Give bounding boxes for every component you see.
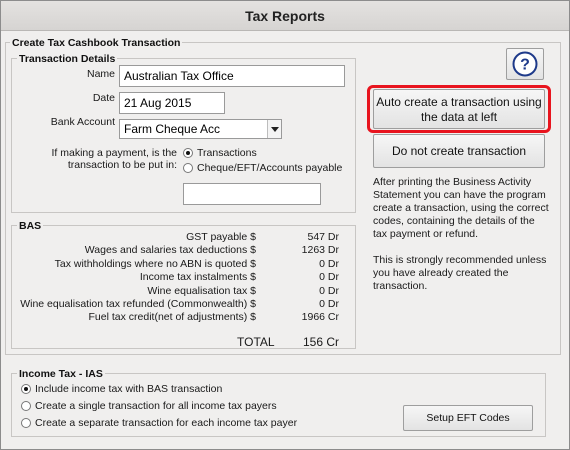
svg-text:?: ? (520, 57, 530, 74)
name-field[interactable]: Australian Tax Office (119, 65, 345, 87)
highlight-box (367, 85, 551, 133)
radio-transactions-label[interactable]: Transactions (197, 147, 257, 159)
bas-value: 0 Dr (319, 298, 339, 310)
radio-separate-transaction-label[interactable]: Create a separate transaction for each i… (35, 417, 297, 429)
bas-row-fuel-credit: Fuel tax credit(net of adjustments) $ 19… (1, 311, 561, 324)
bas-label: Fuel tax credit(net of adjustments) $ (88, 311, 257, 323)
bas-label: Wages and salaries tax deductions $ (84, 244, 256, 256)
do-not-create-transaction-button[interactable]: Do not create transaction (373, 134, 545, 168)
bas-value: 547 Dr (307, 231, 339, 243)
income-tax-legend: Income Tax - IAS (17, 368, 105, 380)
create-transaction-legend: Create Tax Cashbook Transaction (10, 37, 183, 49)
bank-account-value: Farm Cheque Acc (124, 122, 221, 136)
payment-question-line1: If making a payment, is the (51, 147, 177, 159)
radio-transactions[interactable] (183, 148, 193, 158)
help-button[interactable]: ? (506, 48, 544, 80)
date-label: Date (92, 92, 115, 104)
info-paragraph-2: This is strongly recommended unless you … (373, 254, 547, 292)
radio-separate-transaction[interactable] (21, 418, 31, 428)
bas-label: GST payable $ (186, 231, 256, 243)
transaction-details-legend: Transaction Details (17, 53, 118, 65)
info-paragraph-1: After printing the Business Activity Sta… (373, 176, 549, 240)
bas-label: Wine equalisation tax $ (147, 285, 256, 297)
info-text: After printing the Business Activity Sta… (373, 176, 551, 306)
bas-label: Wine equalisation tax refunded (Commonwe… (20, 298, 256, 310)
radio-cheque-eft-label[interactable]: Cheque/EFT/Accounts payable (197, 162, 342, 174)
bank-account-label: Bank Account (50, 116, 115, 128)
radio-single-transaction-label[interactable]: Create a single transaction for all inco… (35, 400, 277, 412)
cheque-number-field[interactable] (183, 183, 321, 205)
name-label: Name (86, 68, 115, 80)
bas-value: 0 Dr (319, 258, 339, 270)
tax-reports-window: Tax Reports Create Tax Cashbook Transact… (0, 0, 570, 450)
bank-account-select[interactable]: Farm Cheque Acc (119, 119, 282, 139)
bas-total-value: 156 Cr (302, 335, 339, 349)
bas-label: Income tax instalments $ (139, 271, 256, 283)
window-title: Tax Reports (1, 1, 569, 31)
bas-value: 1966 Cr (301, 311, 339, 323)
bas-label: Tax withholdings where no ABN is quoted … (54, 258, 256, 270)
radio-include-income-tax-label[interactable]: Include income tax with BAS transaction (35, 383, 222, 395)
question-mark-icon: ? (512, 51, 538, 77)
radio-include-income-tax[interactable] (21, 384, 31, 394)
chevron-down-icon[interactable] (267, 120, 281, 138)
bas-total-label: TOTAL (237, 335, 275, 349)
radio-cheque-eft[interactable] (183, 163, 193, 173)
radio-single-transaction[interactable] (21, 401, 31, 411)
bas-value: 1263 Dr (301, 244, 339, 256)
date-field[interactable]: 21 Aug 2015 (119, 92, 225, 114)
bas-value: 0 Dr (319, 271, 339, 283)
payment-question-line2: transaction to be put in: (67, 159, 177, 171)
setup-eft-codes-button[interactable]: Setup EFT Codes (403, 405, 533, 431)
bas-value: 0 Dr (319, 285, 339, 297)
